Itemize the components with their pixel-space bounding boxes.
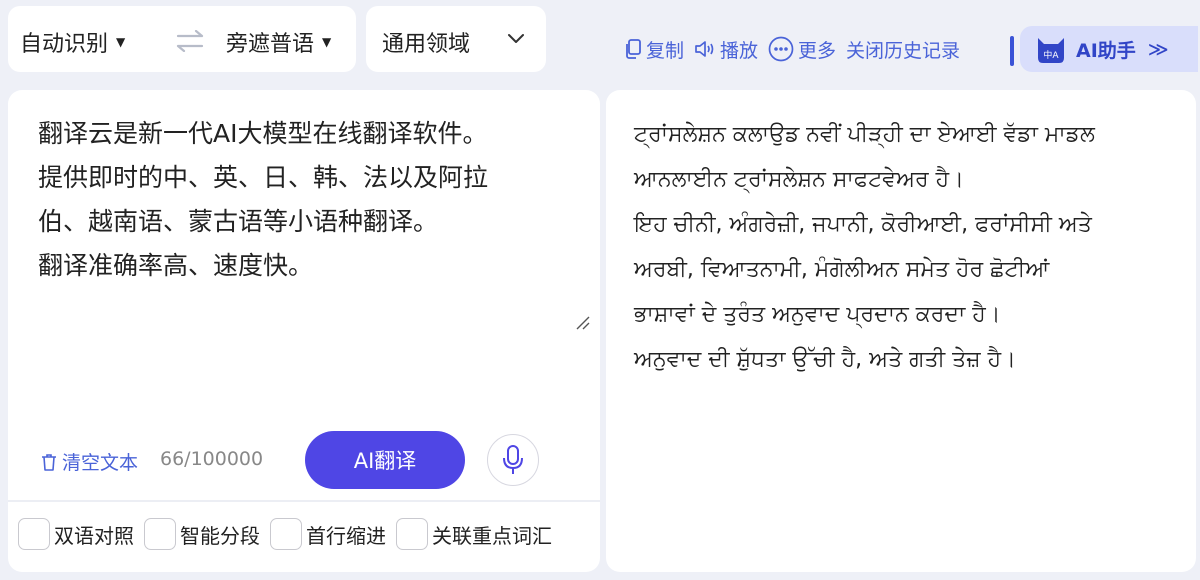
source-line: 翻译准确率高、速度快。 [38, 251, 314, 280]
option-label: 关联重点词汇 [432, 523, 552, 548]
close-history-button[interactable]: 关闭历史记录 [846, 36, 960, 63]
option-indent[interactable]: 首行缩进 [270, 518, 386, 550]
more-icon [768, 36, 794, 62]
character-counter: 66/100000 [160, 448, 264, 470]
microphone-icon [503, 445, 523, 474]
source-panel: 翻译云是新一代AI大模型在线翻译软件。 提供即时的中、英、日、韩、法以及阿拉 伯… [8, 90, 600, 500]
translation-panel: ਟ੍ਰਾਂਸਲੇਸ਼ਨ ਕਲਾਉਡ ਨਵੀਂ ਪੀੜ੍ਹੀ ਦਾ ਏਆਈ ਵੱਡ… [606, 90, 1196, 572]
ai-assistant-icon: 中A [1038, 38, 1064, 63]
option-label: 双语对照 [54, 523, 134, 548]
option-key-terms[interactable]: 关联重点词汇 [396, 518, 552, 550]
target-language-dropdown[interactable]: 旁遮普语 ▼ [226, 26, 331, 58]
ai-helper-button[interactable]: 中A AI助手 ≫ [1020, 26, 1198, 72]
indent-checkbox[interactable] [270, 518, 302, 550]
translation-line: ਅਨੁਵਾਦ ਦੀ ਸ਼ੁੱਧਤਾ ਉੱਚੀ ਹੈ, ਅਤੇ ਗਤੀ ਤੇਜ਼ … [634, 347, 1016, 372]
bilingual-checkbox[interactable] [18, 518, 50, 550]
more-label: 更多 [798, 39, 837, 62]
speaker-icon [695, 41, 714, 57]
close-history-label: 关闭历史记录 [846, 39, 961, 62]
toolbar-divider [1010, 36, 1014, 66]
ai-icon-text: 中A [1043, 49, 1059, 61]
clear-text-button[interactable]: 清空文本 [40, 448, 138, 475]
chevron-down-icon [508, 34, 524, 43]
target-language-label: 旁遮普语 [226, 32, 315, 57]
more-button[interactable]: 更多 [768, 36, 836, 63]
copy-label: 复制 [646, 39, 685, 62]
source-line: 翻译云是新一代AI大模型在线翻译软件。 [38, 119, 488, 148]
language-selector: 自动识别 ▼ 旁遮普语 ▼ [8, 6, 356, 72]
ai-translate-button[interactable]: AI翻译 [305, 431, 465, 489]
translator-app: 自动识别 ▼ 旁遮普语 ▼ 通用领域 复制 播放 更多 关闭历史记录 中A AI… [0, 0, 1200, 580]
swap-languages-icon[interactable] [168, 30, 212, 52]
translation-line: ਭਾਸ਼ਾਵਾਂ ਦੇ ਤੁਰੰਤ ਅਨੁਵਾਦ ਪ੍ਰਦਾਨ ਕਰਦਾ ਹੈ। [634, 302, 1001, 327]
voice-input-button[interactable] [487, 434, 539, 486]
translation-line: ਟ੍ਰਾਂਸਲੇਸ਼ਨ ਕਲਾਉਡ ਨਵੀਂ ਪੀੜ੍ਹੀ ਦਾ ਏਆਈ ਵੱਡ… [634, 122, 1095, 147]
play-button[interactable]: 播放 [694, 36, 758, 63]
clear-text-label: 清空文本 [62, 452, 139, 474]
ai-helper-label: AI助手 [1076, 39, 1136, 62]
source-textarea[interactable]: 翻译云是新一代AI大模型在线翻译软件。 提供即时的中、英、日、韩、法以及阿拉 伯… [38, 112, 578, 288]
result-toolbar: 复制 播放 更多 关闭历史记录 [624, 34, 970, 64]
copy-icon [626, 39, 641, 59]
translate-label: AI翻译 [353, 449, 417, 473]
trash-icon [42, 453, 56, 471]
key-terms-checkbox[interactable] [396, 518, 428, 550]
copy-button[interactable]: 复制 [624, 36, 684, 63]
translation-line: ਅਰਬੀ, ਵਿਆਤਨਾਮੀ, ਮੰਗੋਲੀਅਨ ਸਮੇਤ ਹੋਰ ਛੋਟੀਆਂ [634, 257, 1050, 282]
smart-paragraph-checkbox[interactable] [144, 518, 176, 550]
option-bilingual[interactable]: 双语对照 [18, 518, 134, 550]
option-label: 智能分段 [180, 523, 260, 548]
play-label: 播放 [720, 39, 759, 62]
source-language-dropdown[interactable]: 自动识别 ▼ [20, 26, 125, 58]
source-line: 伯、越南语、蒙古语等小语种翻译。 [38, 207, 439, 236]
translation-line: ਇਹ ਚੀਨੀ, ਅੰਗਰੇਜ਼ੀ, ਜਪਾਨੀ, ਕੋਰੀਆਈ, ਫਰਾਂਸੀ… [634, 212, 1092, 237]
caret-down-icon: ▼ [116, 35, 126, 49]
resize-handle-icon[interactable] [574, 314, 590, 330]
source-line: 提供即时的中、英、日、韩、法以及阿拉 [38, 163, 489, 192]
domain-dropdown[interactable]: 通用领域 [366, 6, 546, 72]
translation-line: ਆਨਲਾਈਨ ਟ੍ਰਾਂਸਲੇਸ਼ਨ ਸਾਫਟਵੇਅਰ ਹੈ। [634, 167, 964, 192]
translation-options: 双语对照 智能分段 首行缩进 关联重点词汇 [8, 500, 600, 572]
option-smart-paragraph[interactable]: 智能分段 [144, 518, 260, 550]
translation-result: ਟ੍ਰਾਂਸਲੇਸ਼ਨ ਕਲਾਉਡ ਨਵੀਂ ਪੀੜ੍ਹੀ ਦਾ ਏਆਈ ਵੱਡ… [634, 112, 1184, 382]
option-label: 首行缩进 [306, 523, 386, 548]
domain-label: 通用领域 [382, 32, 471, 57]
double-chevron-right-icon: ≫ [1147, 37, 1169, 61]
caret-down-icon: ▼ [322, 35, 332, 49]
source-language-label: 自动识别 [20, 32, 109, 57]
